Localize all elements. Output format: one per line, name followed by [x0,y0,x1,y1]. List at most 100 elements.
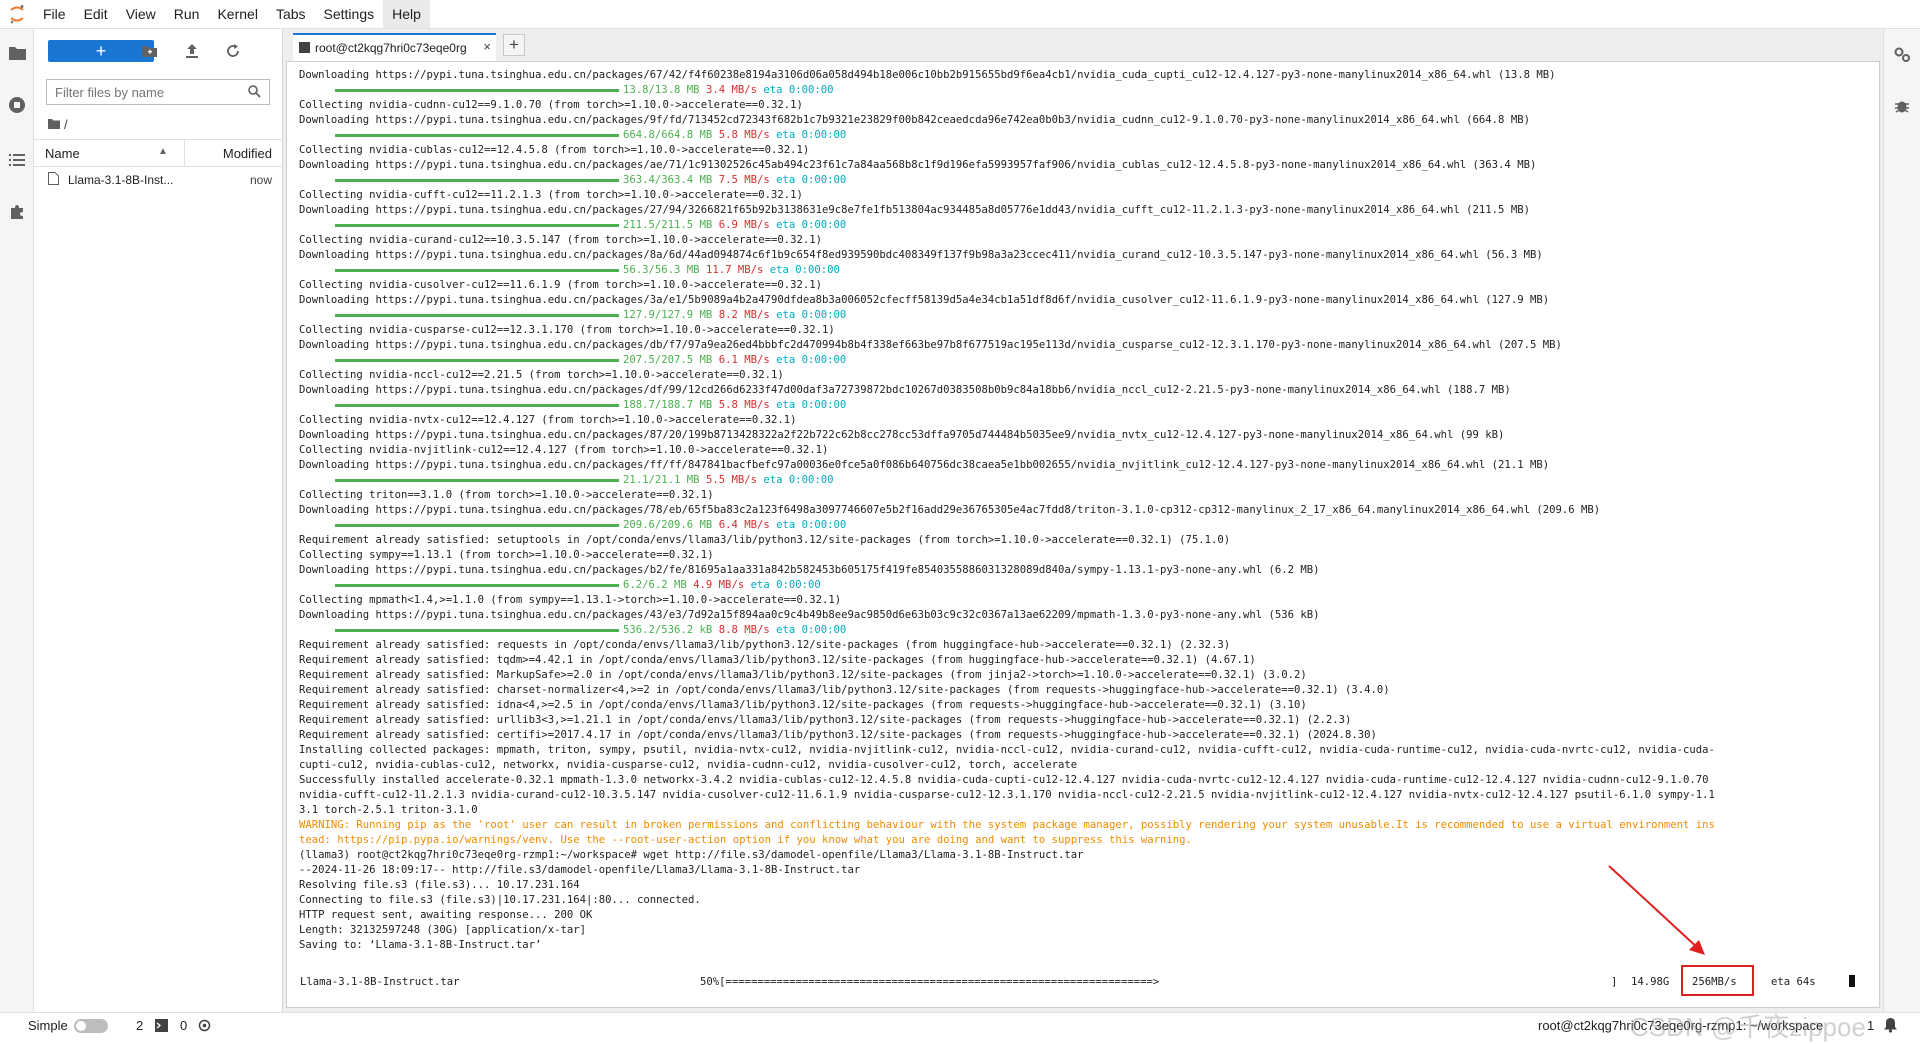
terminal-count[interactable]: 2 [136,1018,143,1033]
terminal-warning-line: tead: https://pip.pypa.io/warnings/venv.… [299,834,1192,846]
download-progress-row: 21.1/21.1 MB 5.5 MB/s eta 0:00:00 [299,473,1859,488]
column-modified[interactable]: Modified [223,146,272,161]
menu-tabs[interactable]: Tabs [267,0,315,28]
terminal-line: Downloading https://pypi.tuna.tsinghua.e… [299,249,1543,261]
download-eta: eta 0:00:00 [776,309,847,321]
download-size: 13.8/13.8 MB [623,84,700,96]
notification-count[interactable]: 1 [1867,1018,1874,1033]
breadcrumb-root[interactable]: / [64,117,68,132]
folder-icon[interactable] [8,44,26,62]
download-progress-stats: 21.1/21.1 MB 5.5 MB/s eta 0:00:00 [623,473,834,488]
download-speed: 5.8 MB/s [718,399,770,411]
download-eta: eta 0:00:00 [769,264,840,276]
download-size: 363.4/363.4 MB [623,174,713,186]
terminal-line: Collecting nvidia-cublas-cu12==12.4.5.8 … [299,144,810,156]
download-speed: 3.4 MB/s [705,84,757,96]
download-progress-row: 664.8/664.8 MB 5.8 MB/s eta 0:00:00 [299,128,1859,143]
menu-help[interactable]: Help [383,0,430,28]
menu-settings[interactable]: Settings [315,0,384,28]
search-icon[interactable] [248,85,261,103]
menu-edit[interactable]: Edit [75,0,117,28]
terminal-warning-line: WARNING: Running pip as the 'root' user … [299,819,1715,831]
menu-file[interactable]: File [34,0,75,28]
download-eta: eta 0:00:00 [776,219,847,231]
download-speed: 4.9 MB/s [693,579,745,591]
red-arrow-annotation [1608,865,1705,955]
progress-eta: eta 64s [1771,976,1816,988]
download-speed: 8.8 MB/s [718,624,770,636]
upload-icon[interactable] [183,42,201,60]
file-name: Llama-3.1-8B-Inst... [68,173,174,187]
new-launcher-button[interactable]: + [48,40,154,62]
notification-bell-icon[interactable] [1883,1017,1898,1036]
tab-bar: root@ct2kqg7hri0c73eqe0rg × + [283,29,1883,61]
download-speed: 6.9 MB/s [718,219,770,231]
kernel-status-icon[interactable] [198,1019,211,1035]
menu-run[interactable]: Run [165,0,209,28]
download-progress-row: 13.8/13.8 MB 3.4 MB/s eta 0:00:00 [299,83,1859,98]
file-browser-toolbar: + [34,37,282,63]
terminal-line: Downloading https://pypi.tuna.tsinghua.e… [299,294,1550,306]
download-progress-row: 56.3/56.3 MB 11.7 MB/s eta 0:00:00 [299,263,1859,278]
refresh-icon[interactable] [224,42,242,60]
extension-puzzle-icon[interactable] [8,203,26,221]
terminal-line: Downloading https://pypi.tuna.tsinghua.e… [299,504,1601,516]
terminal-line: Collecting nvidia-nccl-cu12==2.21.5 (fro… [299,369,784,381]
terminal-line: Collecting nvidia-curand-cu12==10.3.5.14… [299,234,822,246]
running-sessions-icon[interactable] [8,96,26,114]
property-inspector-icon[interactable] [1893,46,1911,69]
download-progress-stats: 188.7/188.7 MB 5.8 MB/s eta 0:00:00 [623,398,846,413]
terminal-line: Collecting nvidia-cusparse-cu12==12.3.1.… [299,324,835,336]
download-speed: 6.4 MB/s [718,519,770,531]
debugger-bug-icon[interactable] [1894,98,1910,119]
download-progress-stats: 6.2/6.2 MB 4.9 MB/s eta 0:00:00 [623,578,821,593]
home-folder-icon[interactable] [48,117,60,132]
menu-kernel[interactable]: Kernel [208,0,266,28]
download-progress-bar [335,134,619,137]
progress-size: 14.98G [1631,976,1670,988]
download-size: 664.8/664.8 MB [623,129,713,141]
terminal-line: Successfully installed accelerate-0.32.1… [299,774,1709,786]
menu-view[interactable]: View [117,0,165,28]
download-progress-stats: 211.5/211.5 MB 6.9 MB/s eta 0:00:00 [623,218,846,233]
terminal-line: Collecting nvidia-nvtx-cu12==12.4.127 (f… [299,414,797,426]
file-list-item[interactable]: Llama-3.1-8B-Inst... now [34,169,282,191]
download-size: 6.2/6.2 MB [623,579,687,591]
terminal-status-icon[interactable] [155,1019,168,1035]
simple-mode-label: Simple [28,1018,68,1033]
download-speed: 6.1 MB/s [718,354,770,366]
sort-ascending-icon[interactable]: ▲ [158,146,168,157]
download-progress-bar [335,404,619,407]
new-folder-icon[interactable] [140,42,158,60]
terminal-line: Requirement already satisfied: urllib3<3… [299,714,1352,726]
filter-files-input[interactable] [53,84,237,101]
kernel-count[interactable]: 0 [180,1018,187,1033]
speed-highlight-box [1681,965,1754,996]
activity-bar [0,29,34,1012]
progress-filename: Llama-3.1-8B-Instruct.tar [300,976,460,988]
filter-files-input-box [46,79,270,105]
watermark: CSDN @千夜zippoe [1630,1012,1866,1042]
terminal-line: cupti-cu12, nvidia-cublas-cu12, networkx… [299,759,1078,771]
terminal-line: Collecting nvidia-cufft-cu12==11.2.1.3 (… [299,189,803,201]
column-divider [184,140,185,166]
download-progress-row: 363.4/363.4 MB 7.5 MB/s eta 0:00:00 [299,173,1859,188]
tab-terminal[interactable]: root@ct2kqg7hri0c73eqe0rg × [293,33,496,61]
download-speed: 8.2 MB/s [718,309,770,321]
simple-mode-toggle[interactable] [74,1019,108,1033]
add-tab-button[interactable]: + [503,34,525,56]
terminal-line: Requirement already satisfied: requests … [299,639,1231,651]
terminal-line: Downloading https://pypi.tuna.tsinghua.e… [299,339,1562,351]
download-progress-row: 209.6/209.6 MB 6.4 MB/s eta 0:00:00 [299,518,1859,533]
terminal-line: Downloading https://pypi.tuna.tsinghua.e… [299,384,1511,396]
column-name[interactable]: Name [45,146,80,161]
jupyter-logo-icon[interactable] [0,0,34,28]
terminal-line: Requirement already satisfied: MarkupSaf… [299,669,1307,681]
table-of-contents-icon[interactable] [8,151,26,169]
terminal-line: Downloading https://pypi.tuna.tsinghua.e… [299,204,1530,216]
terminal-line: nvidia-cufft-cu12-11.2.1.3 nvidia-curand… [299,789,1715,801]
terminal-lines: Downloading https://pypi.tuna.tsinghua.e… [299,68,1859,953]
right-sidebar [1884,29,1920,1012]
close-icon[interactable]: × [483,39,491,54]
breadcrumb: / [48,117,68,132]
